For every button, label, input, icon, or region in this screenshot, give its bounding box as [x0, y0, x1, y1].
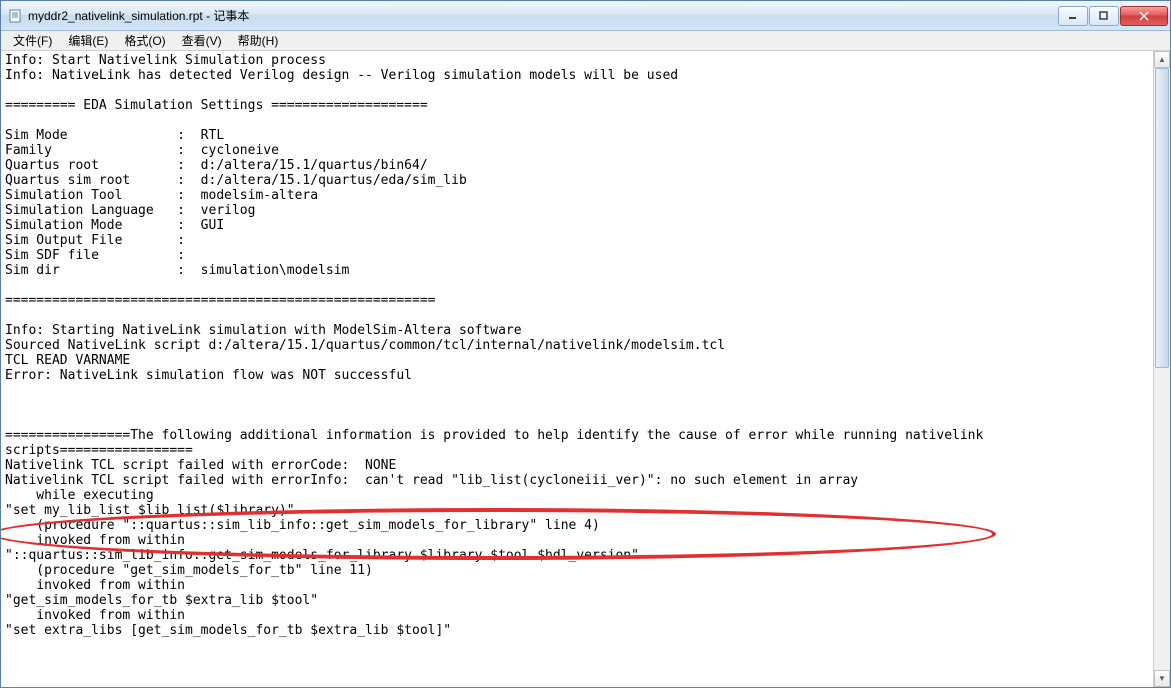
menu-view[interactable]: 查看(V) [174, 30, 230, 51]
text-content[interactable]: Info: Start Nativelink Simulation proces… [1, 51, 1153, 687]
text-line: invoked from within [5, 578, 185, 593]
text-line: (procedure "::quartus::sim_lib_info::get… [5, 518, 600, 533]
text-line: Simulation Tool : modelsim-altera [5, 188, 318, 203]
vertical-scrollbar[interactable]: ▲ ▼ [1153, 51, 1170, 687]
text-line: ========= EDA Simulation Settings ======… [5, 98, 428, 113]
menu-edit[interactable]: 编辑(E) [60, 30, 116, 51]
text-line: ========================================… [5, 293, 435, 308]
text-line: invoked from within [5, 533, 185, 548]
text-line: invoked from within [5, 608, 185, 623]
text-line: Simulation Language : verilog [5, 203, 255, 218]
text-line: Quartus sim root : d:/altera/15.1/quartu… [5, 173, 467, 188]
text-line: Sim dir : simulation\modelsim [5, 263, 349, 278]
scroll-track[interactable] [1154, 68, 1170, 670]
content-wrap: Info: Start Nativelink Simulation proces… [1, 51, 1170, 687]
titlebar[interactable]: myddr2_nativelink_simulation.rpt - 记事本 [1, 1, 1170, 31]
text-line: "set my_lib_list $lib_list($library)" [5, 503, 295, 518]
text-line: TCL READ VARNAME [5, 353, 138, 368]
text-line: Sim Mode : RTL [5, 128, 224, 143]
text-line: scripts================= [5, 443, 193, 458]
text-line: Nativelink TCL script failed with errorC… [5, 458, 396, 473]
text-line: Family : cycloneive [5, 143, 279, 158]
text-line: Sim SDF file : [5, 248, 201, 263]
maximize-button[interactable] [1089, 6, 1119, 26]
close-button[interactable] [1120, 6, 1168, 26]
text-line: Quartus root : d:/altera/15.1/quartus/bi… [5, 158, 428, 173]
text-line: Info: Start Nativelink Simulation proces… [5, 53, 326, 68]
notepad-window: myddr2_nativelink_simulation.rpt - 记事本 文… [0, 0, 1171, 688]
text-line: ================The following additional… [5, 428, 991, 443]
text-line: "get_sim_models_for_tb $extra_lib $tool" [5, 593, 318, 608]
menu-help[interactable]: 帮助(H) [230, 30, 287, 51]
scroll-up-arrow-icon[interactable]: ▲ [1154, 51, 1170, 68]
menubar: 文件(F) 编辑(E) 格式(O) 查看(V) 帮助(H) [1, 31, 1170, 51]
minimize-button[interactable] [1058, 6, 1088, 26]
window-title: myddr2_nativelink_simulation.rpt - 记事本 [28, 7, 1058, 24]
text-line: Sim Output File : [5, 233, 201, 248]
text-line: "::quartus::sim_lib_info::get_sim_models… [5, 548, 639, 563]
menu-format[interactable]: 格式(O) [116, 30, 173, 51]
text-line: (procedure "get_sim_models_for_tb" line … [5, 563, 373, 578]
text-line: Simulation Mode : GUI [5, 218, 224, 233]
text-line: Sourced NativeLink script d:/altera/15.1… [5, 338, 725, 353]
text-line: Nativelink TCL script failed with errorI… [5, 473, 858, 488]
scroll-thumb[interactable] [1155, 68, 1169, 368]
text-line: while executing [5, 488, 154, 503]
text-line: Error: NativeLink simulation flow was NO… [5, 368, 412, 383]
window-controls [1058, 6, 1168, 26]
scroll-down-arrow-icon[interactable]: ▼ [1154, 670, 1170, 687]
menu-file[interactable]: 文件(F) [5, 30, 60, 51]
text-line: Info: Starting NativeLink simulation wit… [5, 323, 522, 338]
app-icon [7, 8, 23, 24]
text-line: Info: NativeLink has detected Verilog de… [5, 68, 678, 83]
text-line: "set extra_libs [get_sim_models_for_tb $… [5, 623, 451, 638]
